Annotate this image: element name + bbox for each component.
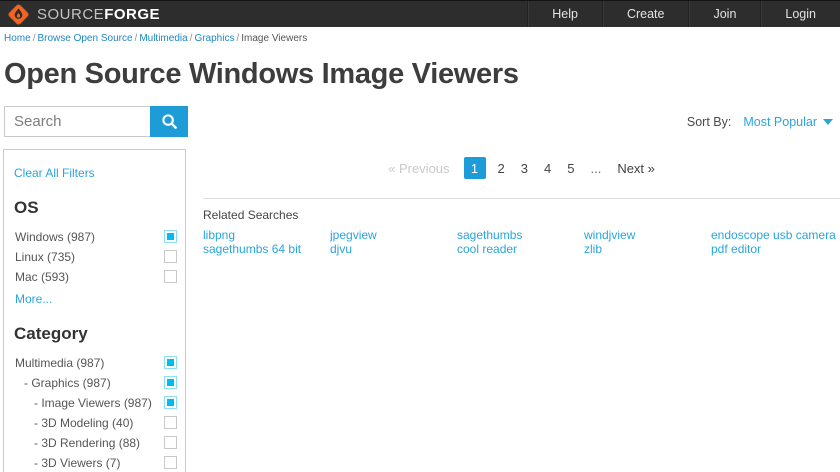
related-link-sagethumbs-64[interactable]: sagethumbs 64 bit (203, 243, 330, 256)
filter-label: Multimedia (987) (15, 355, 105, 370)
breadcrumb-current: Image Viewers (241, 33, 308, 44)
related-link-libpng[interactable]: libpng (203, 229, 330, 242)
top-header-bar: SOURCEFORGE Help Create Join Login (0, 0, 840, 27)
filter-label: - 3D Modeling (40) (34, 415, 134, 430)
related-link-endoscope[interactable]: endoscope usb camera (711, 229, 838, 242)
filter-category-3d-modeling[interactable]: - 3D Modeling (40) (12, 413, 178, 432)
related-link-windjview[interactable]: windjview (584, 229, 711, 242)
filter-os-linux[interactable]: Linux (735) (12, 247, 178, 266)
breadcrumb: Home / Browse Open Source / Multimedia / Graph… (0, 27, 840, 49)
breadcrumb-home-link[interactable]: Home (4, 33, 31, 44)
filter-label: - Image Viewers (987) (34, 395, 152, 410)
pagination-ellipsis: ... (590, 160, 602, 176)
filter-category-multimedia[interactable]: Multimedia (987) (12, 353, 178, 372)
sort-by-label: Sort By: (686, 114, 732, 129)
sourceforge-logo[interactable]: SOURCEFORGE (0, 1, 160, 27)
filter-label: - 3D Rendering (88) (34, 435, 141, 450)
checkbox-multimedia[interactable] (164, 356, 177, 369)
related-link-jpegview[interactable]: jpegview (330, 229, 457, 242)
breadcrumb-separator: / (134, 33, 138, 44)
filter-label: Windows (987) (15, 229, 96, 244)
related-searches-grid: libpng jpegview sagethumbs windjview end… (203, 229, 840, 256)
related-link-cool-reader[interactable]: cool reader (457, 243, 584, 256)
checkbox-graphics[interactable] (164, 376, 177, 389)
checkbox-mac[interactable] (164, 270, 177, 283)
pagination: « Previous 1 2 3 4 5 ... Next » (203, 157, 840, 179)
filters-sidebar: Clear All Filters OS Windows (987) Linux… (3, 149, 186, 472)
filter-category-3d-rendering[interactable]: - 3D Rendering (88) (12, 433, 178, 452)
toolbar: Sort By: Most Popular (4, 106, 836, 137)
pagination-previous: « Previous (388, 160, 450, 176)
related-link-djvu[interactable]: djvu (330, 243, 457, 256)
nav-help-link[interactable]: Help (527, 1, 602, 27)
pagination-page-1[interactable]: 1 (463, 157, 486, 179)
pagination-page-5[interactable]: 5 (559, 161, 582, 176)
category-section-heading: Category (14, 324, 88, 343)
filter-label: Mac (593) (15, 269, 70, 284)
os-more-link[interactable]: More... (15, 292, 52, 306)
checkbox-3d-modeling[interactable] (164, 416, 177, 429)
filter-label: - Graphics (987) (24, 375, 111, 390)
checkbox-windows[interactable] (164, 230, 177, 243)
sort-dropdown[interactable]: Most Popular (743, 115, 833, 129)
content-layout: Clear All Filters OS Windows (987) Linux… (0, 149, 840, 472)
related-searches: Related Searches libpng jpegview sagethu… (203, 208, 840, 256)
clear-all-filters-link[interactable]: Clear All Filters (14, 166, 95, 180)
related-link-sagethumbs[interactable]: sagethumbs (457, 229, 584, 242)
breadcrumb-separator: / (236, 33, 240, 44)
related-searches-heading: Related Searches (203, 208, 299, 222)
os-section-heading: OS (14, 198, 39, 217)
search-box (4, 106, 188, 137)
search-input[interactable] (4, 106, 150, 137)
filter-os-mac[interactable]: Mac (593) (12, 267, 178, 286)
pagination-next[interactable]: Next » (617, 161, 655, 176)
brand-wordmark: SOURCEFORGE (37, 5, 161, 23)
checkbox-linux[interactable] (164, 250, 177, 263)
filter-category-graphics[interactable]: - Graphics (987) (12, 373, 178, 392)
filter-category-3d-viewers[interactable]: - 3D Viewers (7) (12, 453, 178, 472)
search-icon (161, 113, 178, 130)
checkbox-image-viewers[interactable] (164, 396, 177, 409)
chevron-down-icon (823, 118, 833, 125)
main-content: « Previous 1 2 3 4 5 ... Next » Related … (203, 149, 840, 256)
pagination-page-2[interactable]: 2 (490, 161, 513, 176)
related-link-pdf-editor[interactable]: pdf editor (711, 243, 838, 256)
breadcrumb-separator: / (32, 33, 36, 44)
nav-join-link[interactable]: Join (688, 1, 760, 27)
related-link-zlib[interactable]: zlib (584, 243, 711, 256)
checkbox-3d-viewers[interactable] (164, 456, 177, 469)
content-divider (203, 198, 840, 199)
nav-login-link[interactable]: Login (760, 1, 840, 27)
sourceforge-flame-icon (7, 3, 30, 26)
breadcrumb-browse-link[interactable]: Browse Open Source (37, 33, 132, 44)
breadcrumb-graphics-link[interactable]: Graphics (194, 33, 234, 44)
sort-by-control: Sort By: Most Popular (687, 115, 836, 129)
page-title: Open Source Windows Image Viewers (4, 58, 519, 90)
filter-os-windows[interactable]: Windows (987) (12, 227, 178, 246)
breadcrumb-multimedia-link[interactable]: Multimedia (139, 33, 187, 44)
pagination-page-4[interactable]: 4 (536, 161, 559, 176)
nav-create-link[interactable]: Create (601, 1, 689, 27)
filter-label: Linux (735) (15, 249, 76, 264)
filter-category-image-viewers[interactable]: - Image Viewers (987) (12, 393, 178, 412)
search-button[interactable] (150, 106, 188, 137)
breadcrumb-separator: / (189, 33, 193, 44)
top-navigation: Help Create Join Login (527, 1, 840, 27)
pagination-page-3[interactable]: 3 (513, 161, 536, 176)
filter-label: - 3D Viewers (7) (34, 455, 121, 470)
checkbox-3d-rendering[interactable] (164, 436, 177, 449)
